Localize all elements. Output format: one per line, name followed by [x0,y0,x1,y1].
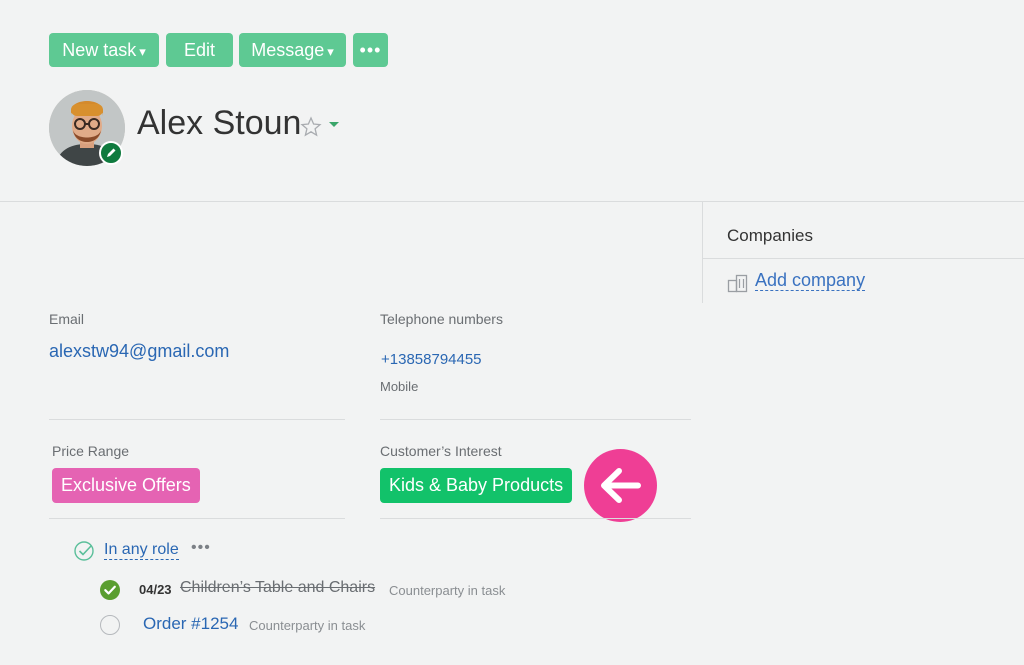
star-icon[interactable] [300,116,322,138]
more-actions-button[interactable]: ••• [353,33,388,67]
new-task-button[interactable]: New task ▾ [49,33,159,67]
message-button[interactable]: Message ▾ [239,33,346,67]
role-filter-link[interactable]: In any role [104,541,179,560]
sidebar-divider [702,202,703,303]
field-divider [49,419,345,420]
price-range-tag: Exclusive Offers [52,468,200,503]
building-icon [727,274,748,293]
task-status-circle-icon[interactable] [100,615,120,635]
companies-title: Companies [727,226,813,245]
caret-down-icon: ▾ [139,44,146,59]
customer-interest-tag: Kids & Baby Products [380,468,573,503]
check-circle-icon [74,541,94,561]
customer-interest-label: Customer’s Interest [380,443,502,459]
arrow-left-icon [584,449,657,522]
price-range-label: Price Range [52,443,130,459]
email-value[interactable]: alexstw94@gmail.com [49,341,229,362]
phone-type: Mobile [380,379,419,394]
task-done-check-icon[interactable] [99,579,121,601]
task-role: Counterparty in task [249,618,366,633]
field-divider [380,518,691,519]
task-title-done[interactable]: Children’s Table and Chairs [180,579,375,597]
phone-value[interactable]: +13858794455 [381,351,482,368]
companies-divider [703,258,1024,259]
task-role: Counterparty in task [389,583,506,598]
caret-down-icon[interactable] [329,121,339,129]
edit-button[interactable]: Edit [166,33,233,67]
field-divider [49,518,345,519]
contact-name: Alex Stoun [137,104,302,142]
email-label: Email [49,311,85,327]
task-date: 04/23 [139,582,172,597]
caret-down-icon: ▾ [327,44,334,59]
message-label: Message [251,40,325,60]
order-link[interactable]: Order #1254 [143,614,238,634]
new-task-label: New task [62,40,137,60]
add-company-link[interactable]: Add company [755,270,866,291]
header-divider [0,201,1024,202]
role-more-button[interactable]: ••• [191,539,211,557]
field-divider [380,419,691,420]
edit-pencil-icon[interactable] [99,141,123,165]
phone-label: Telephone numbers [380,311,503,327]
